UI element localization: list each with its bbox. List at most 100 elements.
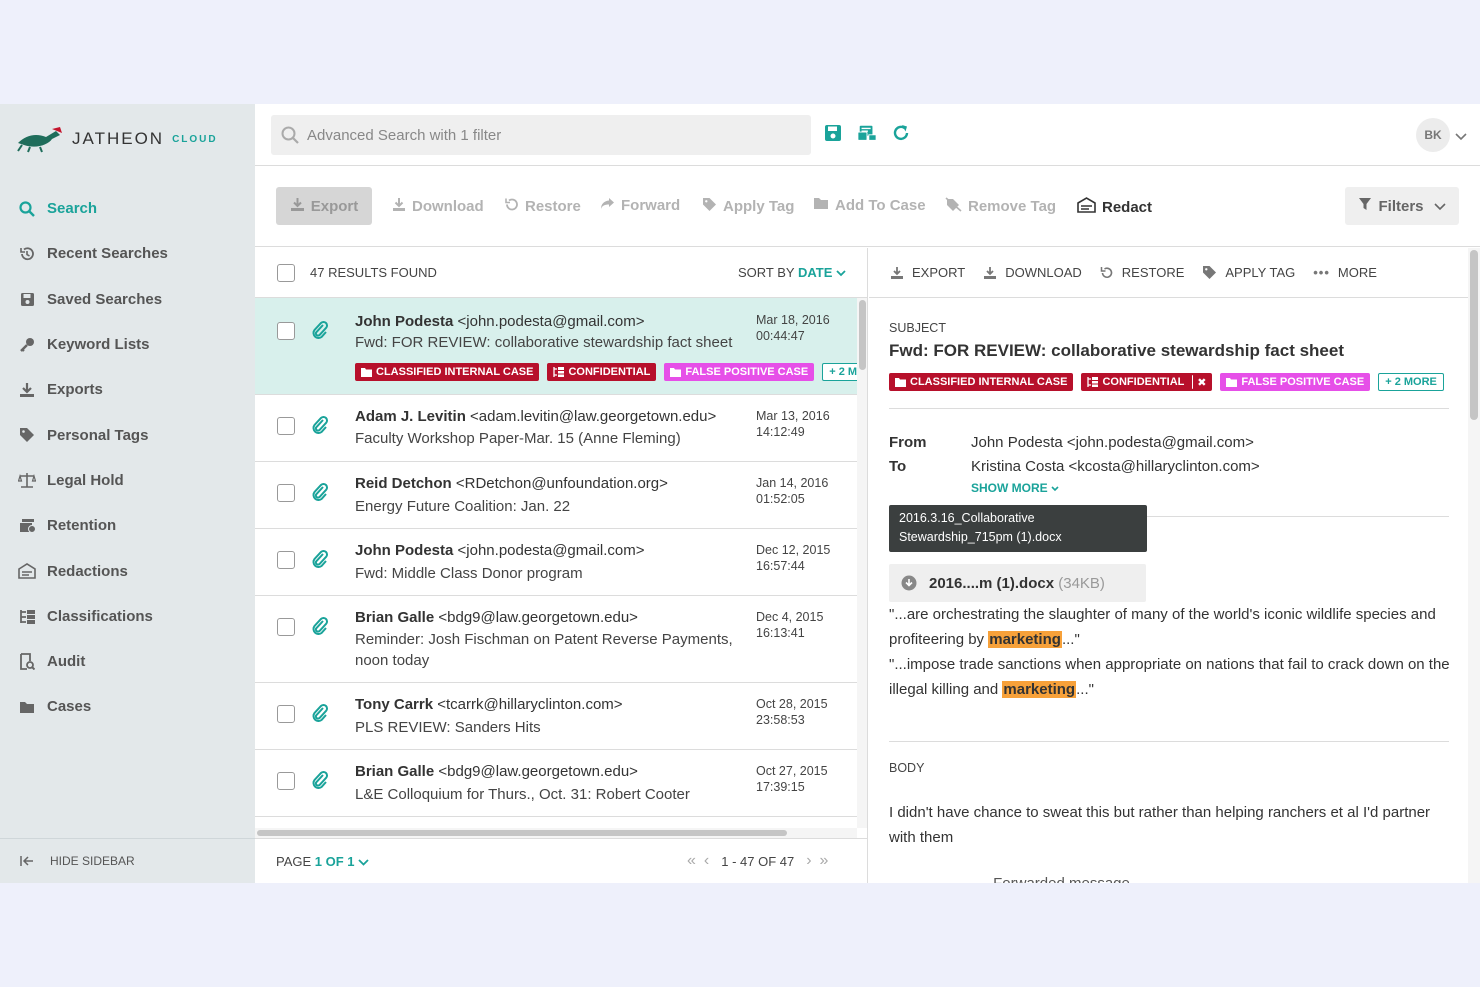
scrollbar-thumb[interactable] <box>257 830 787 836</box>
list-item[interactable]: John Podesta <john.podesta@gmail.com> Fw… <box>255 529 857 596</box>
list-horizontal-scrollbar[interactable] <box>255 828 857 838</box>
detail-apply-tag-button[interactable]: APPLY TAG <box>1202 265 1295 280</box>
apply-tag-label: Apply Tag <box>723 198 795 215</box>
email-subject: Fwd: FOR REVIEW: collaborative stewardsh… <box>355 334 733 351</box>
scrollbar-thumb[interactable] <box>859 300 866 370</box>
save-search-icon[interactable] <box>823 122 843 144</box>
select-all-checkbox[interactable] <box>277 264 295 282</box>
folder-icon <box>1226 377 1238 387</box>
sender-email: <bdg9@law.georgetown.edu> <box>438 763 638 780</box>
next-page-icon[interactable]: › <box>806 852 811 870</box>
row-checkbox[interactable] <box>277 484 295 502</box>
sidebar-item-search[interactable]: Search <box>0 186 255 231</box>
list-vertical-scrollbar[interactable] <box>857 298 867 828</box>
sidebar-item-personal-tags[interactable]: Personal Tags <box>0 412 255 457</box>
sender-name: Tony Carrk <box>355 696 434 713</box>
remove-tag-icon[interactable]: ✖ <box>1192 375 1206 389</box>
forward-button[interactable]: Forward <box>600 197 680 214</box>
sidebar-item-exports[interactable]: Exports <box>0 367 255 412</box>
sidebar-item-retention[interactable]: Retention <box>0 503 255 548</box>
list-item[interactable]: Reid Detchon <RDetchon@unfoundation.org>… <box>255 462 857 529</box>
sidebar-item-label: Search <box>47 200 98 218</box>
list-item[interactable]: Brian Galle <bdg9@law.georgetown.edu> Re… <box>255 596 857 683</box>
sidebar-item-audit[interactable]: Audit <box>0 639 255 684</box>
attachment-chip[interactable]: 2016....m (1).docx (34KB) <box>889 564 1146 602</box>
avatar[interactable]: BK <box>1416 118 1450 152</box>
sort-label: SORT BY <box>738 265 795 280</box>
more-tags-button[interactable]: + 2 MORE <box>1378 373 1444 391</box>
tag-classified-internal-case[interactable]: CLASSIFIED INTERNAL CASE <box>355 363 540 381</box>
list-item[interactable]: Tony Carrk <tcarrk@hillaryclinton.com> P… <box>255 683 857 750</box>
search-input[interactable]: Advanced Search with 1 filter <box>271 115 811 155</box>
paperclip-icon <box>311 770 329 793</box>
row-checkbox[interactable] <box>277 705 295 723</box>
apply-tag-button[interactable]: Apply Tag <box>702 197 794 216</box>
download-circle-icon <box>901 575 917 591</box>
email-subject: Reminder: Josh Fischman on Patent Revers… <box>355 631 733 669</box>
saved-searches-icon[interactable] <box>857 122 877 144</box>
to-value: Kristina Costa <kcosta@hillaryclinton.co… <box>971 458 1260 475</box>
filters-button[interactable]: Filters <box>1345 187 1459 225</box>
logo-text: JATHEON <box>72 129 165 148</box>
first-page-icon[interactable]: « <box>687 852 696 870</box>
tag-false-positive-case[interactable]: FALSE POSITIVE CASE <box>1220 373 1371 391</box>
add-to-case-button[interactable]: Add To Case <box>813 197 926 214</box>
detail-restore-button[interactable]: RESTORE <box>1100 265 1184 280</box>
from-value: John Podesta <john.podesta@gmail.com> <box>971 434 1254 451</box>
sidebar-item-redactions[interactable]: Redactions <box>0 548 255 593</box>
email-date: Mar 18, 2016 00:44:47 <box>756 312 830 344</box>
remove-tag-button[interactable]: Remove Tag <box>945 197 1056 216</box>
detail-download-button[interactable]: DOWNLOAD <box>983 265 1082 280</box>
tag-confidential[interactable]: CONFIDENTIAL <box>547 363 657 381</box>
tag-icon <box>18 426 36 444</box>
classification-icon <box>553 367 565 377</box>
row-checkbox[interactable] <box>277 551 295 569</box>
sidebar-item-keyword-lists[interactable]: Keyword Lists <box>0 322 255 367</box>
redact-button[interactable]: Redact <box>1077 197 1152 217</box>
sidebar-item-cases[interactable]: Cases <box>0 684 255 729</box>
hide-sidebar-button[interactable]: HIDE SIDEBAR <box>0 838 255 883</box>
scrollbar-thumb[interactable] <box>1470 250 1478 420</box>
download-icon <box>18 381 36 399</box>
sender: John Podesta <john.podesta@gmail.com> <box>355 542 645 559</box>
folder-icon <box>18 698 36 716</box>
list-item[interactable]: Brian Galle <bdg9@law.georgetown.edu> L&… <box>255 750 857 817</box>
tag-classified-internal-case[interactable]: CLASSIFIED INTERNAL CASE <box>889 373 1074 391</box>
list-item[interactable]: Adam J. Levitin <adam.levitin@law.george… <box>255 395 857 462</box>
tag-false-positive-case[interactable]: FALSE POSITIVE CASE <box>664 363 815 381</box>
last-page-icon[interactable]: » <box>820 852 829 870</box>
chevron-down-icon[interactable] <box>1455 128 1467 144</box>
paperclip-icon <box>311 320 329 343</box>
chevron-down-icon <box>836 270 846 277</box>
history-icon <box>18 245 36 263</box>
row-checkbox[interactable] <box>277 772 295 790</box>
show-more-link[interactable]: SHOW MORE <box>971 481 1059 495</box>
sender-email: <john.podesta@gmail.com> <box>457 542 645 559</box>
sidebar-item-legal-hold[interactable]: Legal Hold <box>0 458 255 503</box>
sidebar-item-classifications[interactable]: Classifications <box>0 594 255 639</box>
download-button[interactable]: Download <box>392 197 484 216</box>
sidebar-item-label: Exports <box>47 381 103 399</box>
results-header: 47 RESULTS FOUND SORT BY DATE <box>255 248 867 298</box>
sort-control[interactable]: SORT BY DATE <box>738 265 846 280</box>
more-tags-button[interactable]: + 2 MORE <box>822 363 857 381</box>
sender-email: <john.podesta@gmail.com> <box>457 313 645 330</box>
detail-export-button[interactable]: EXPORT <box>890 265 965 280</box>
tag-confidential[interactable]: CONFIDENTIAL ✖ <box>1081 373 1213 391</box>
page-navigation: « ‹ 1 - 47 OF 47 › » <box>687 852 828 870</box>
row-checkbox[interactable] <box>277 322 295 340</box>
list-item[interactable]: John Podesta <john.podesta@gmail.com> Fw… <box>255 298 857 395</box>
restore-button[interactable]: Restore <box>504 197 581 216</box>
row-checkbox[interactable] <box>277 417 295 435</box>
detail-more-button[interactable]: ••• MORE <box>1313 265 1377 280</box>
export-button[interactable]: Export <box>276 187 372 225</box>
sidebar-item-recent-searches[interactable]: Recent Searches <box>0 231 255 276</box>
sidebar-item-saved-searches[interactable]: Saved Searches <box>0 277 255 322</box>
detail-vertical-scrollbar[interactable] <box>1468 248 1480 883</box>
prev-page-icon[interactable]: ‹ <box>704 852 709 870</box>
classification-icon <box>18 607 36 625</box>
page-selector[interactable]: PAGE 1 OF 1 <box>276 854 369 869</box>
row-checkbox[interactable] <box>277 618 295 636</box>
download-icon <box>392 197 406 216</box>
refresh-icon[interactable] <box>891 122 911 144</box>
